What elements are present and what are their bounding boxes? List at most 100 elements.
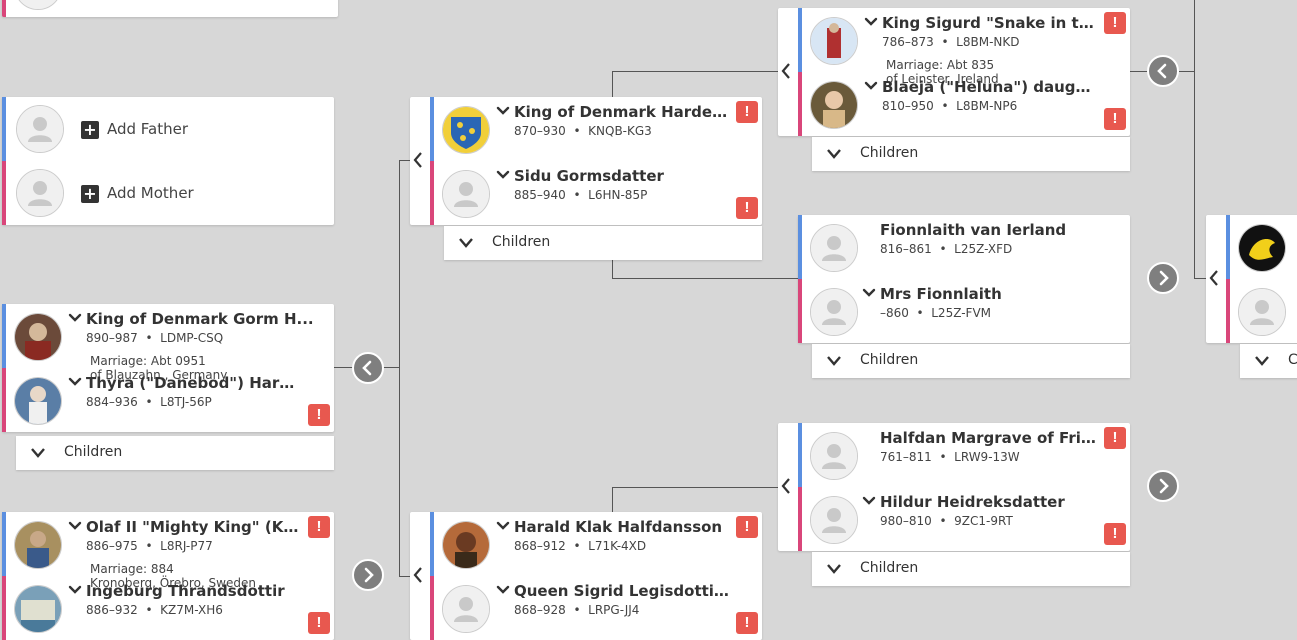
chevron-down-icon[interactable] (68, 583, 82, 597)
person-row-mother[interactable]: Hildur Heidreksdatter 980–810 • 9ZC1-9RT… (798, 487, 1130, 551)
portrait-avatar[interactable] (810, 81, 858, 129)
children-toggle[interactable]: C (1240, 344, 1297, 378)
person-name[interactable]: Hildur Heidreksdatter (880, 493, 1102, 511)
add-mother-button[interactable]: Add Mother (107, 184, 194, 202)
person-row-mother[interactable]: Ingeburg Thrandsdottir 886–932 • KZ7M-XH… (2, 576, 334, 640)
expand-right-button[interactable] (1147, 470, 1179, 502)
avatar[interactable] (810, 432, 858, 480)
person-name[interactable]: Olaf II "Mighty King" (Ki... (86, 518, 301, 536)
chevron-left-icon[interactable] (780, 477, 792, 495)
warning-icon[interactable]: ! (1104, 427, 1126, 449)
coat-of-arms-avatar[interactable] (442, 106, 490, 154)
children-label: Children (860, 145, 919, 161)
chevron-down-icon[interactable] (864, 79, 878, 93)
portrait-avatar[interactable] (14, 585, 62, 633)
person-name[interactable]: Mrs Fionnlaith (880, 285, 1110, 303)
person-name[interactable]: King Sigurd "Snake in the... (882, 14, 1094, 32)
portrait-avatar[interactable] (810, 17, 858, 65)
person-row-father[interactable] (1226, 215, 1297, 279)
chevron-down-icon[interactable] (68, 311, 82, 325)
person-meta: 885–940 • L6HN-85P (514, 188, 648, 202)
chevron-down-icon[interactable] (496, 104, 510, 118)
warning-icon[interactable]: ! (1104, 108, 1126, 130)
children-toggle[interactable]: Children (16, 436, 334, 470)
person-name[interactable]: King of Denmark Gorm H... (86, 310, 316, 328)
person-name[interactable]: Halfdan Margrave of Frisia (880, 429, 1102, 447)
collapse-left-button[interactable] (1147, 55, 1179, 87)
warning-icon[interactable]: ! (1104, 12, 1126, 34)
connector-line (383, 367, 399, 368)
children-toggle[interactable]: Children (444, 226, 762, 260)
expand-right-button[interactable] (352, 559, 384, 591)
person-row-mother[interactable]: Queen Sigrid Legisdottir ... 868–928 • L… (430, 576, 762, 640)
avatar[interactable] (442, 585, 490, 633)
plus-icon: + (81, 185, 99, 203)
person-name[interactable]: Blaeja ("Heluna") daught... (882, 78, 1097, 96)
add-father-button[interactable]: Add Father (107, 120, 188, 138)
person-name[interactable]: Fionnlaith van Ierland (880, 221, 1110, 239)
portrait-avatar[interactable] (14, 313, 62, 361)
avatar[interactable] (810, 288, 858, 336)
avatar[interactable] (810, 224, 858, 272)
connector-line (612, 71, 613, 97)
person-name[interactable]: Harald Klak Halfdansson (514, 518, 729, 536)
connector-line (612, 487, 613, 512)
portrait-avatar[interactable] (14, 521, 62, 569)
person-row-father[interactable]: Halfdan Margrave of Frisia 761–811 • LRW… (798, 423, 1130, 487)
warning-icon[interactable]: ! (308, 404, 330, 426)
person-name[interactable]: Ingeburg Thrandsdottir (86, 582, 306, 600)
chevron-left-icon[interactable] (780, 62, 792, 80)
portrait-avatar[interactable] (442, 521, 490, 569)
add-father-row[interactable]: + Add Father (2, 97, 334, 161)
person-row-father[interactable]: King of Denmark Hardek... 870–930 • KNQB… (430, 97, 762, 161)
children-toggle[interactable]: Children (812, 552, 1130, 586)
person-row-mother[interactable]: Sidu Gormsdatter 885–940 • L6HN-85P ! (430, 161, 762, 225)
warning-icon[interactable]: ! (308, 516, 330, 538)
chevron-down-icon[interactable] (864, 15, 878, 29)
person-row-mother[interactable]: Mrs Fionnlaith –860 • L25Z-FVM (798, 279, 1130, 343)
portrait-avatar[interactable] (14, 377, 62, 425)
avatar[interactable] (1238, 288, 1286, 336)
avatar[interactable] (14, 0, 62, 10)
plus-icon: + (81, 121, 99, 139)
warning-icon[interactable]: ! (736, 197, 758, 219)
chevron-down-icon[interactable] (496, 519, 510, 533)
warning-icon[interactable]: ! (736, 101, 758, 123)
children-toggle[interactable]: Children (812, 137, 1130, 171)
connector-line (1179, 71, 1194, 72)
chevron-left-icon[interactable] (1208, 269, 1220, 287)
person-name[interactable]: King of Denmark Hardek... (514, 103, 729, 121)
children-toggle[interactable]: Children (812, 344, 1130, 378)
children-label: Children (64, 444, 123, 460)
person-meta: 761–811 • LRW9-13W (880, 450, 1020, 464)
person-row-father[interactable]: Harald Klak Halfdansson 868–912 • L71K-4… (430, 512, 762, 576)
warning-icon[interactable]: ! (1104, 523, 1126, 545)
person-row-mother[interactable] (1226, 279, 1297, 343)
chevron-down-icon[interactable] (68, 519, 82, 533)
chevron-down-icon[interactable] (68, 375, 82, 389)
person-name[interactable]: Sidu Gormsdatter (514, 167, 729, 185)
chevron-left-icon[interactable] (412, 151, 424, 169)
person-name[interactable]: Queen Sigrid Legisdottir ... (514, 582, 729, 600)
chevron-down-icon[interactable] (496, 583, 510, 597)
chevron-left-icon[interactable] (412, 566, 424, 584)
avatar[interactable] (442, 170, 490, 218)
collapse-left-button[interactable] (352, 352, 384, 384)
warning-icon[interactable]: ! (736, 612, 758, 634)
expand-right-button[interactable] (1147, 262, 1179, 294)
person-name[interactable]: Thyra ("Danebod") Haral... (86, 374, 301, 392)
person-row-father[interactable]: Fionnlaith van Ierland 816–861 • L25Z-XF… (798, 215, 1130, 279)
chevron-down-icon[interactable] (862, 286, 876, 300)
add-mother-row[interactable]: + Add Mother (2, 161, 334, 225)
warning-icon[interactable]: ! (736, 516, 758, 538)
person-row-mother[interactable]: Thyra ("Danebod") Haral... 884–936 • L8T… (2, 368, 334, 432)
chevron-down-icon[interactable] (862, 494, 876, 508)
warning-icon[interactable]: ! (308, 612, 330, 634)
connector-line (612, 278, 798, 279)
person-row-mother[interactable]: Blaeja ("Heluna") daught... 810–950 • L8… (798, 72, 1130, 136)
coat-of-arms-avatar[interactable] (1238, 224, 1286, 272)
children-label: Children (492, 234, 551, 250)
person-meta: 870–930 • KNQB-KG3 (514, 124, 652, 138)
chevron-down-icon[interactable] (496, 168, 510, 182)
avatar[interactable] (810, 496, 858, 544)
